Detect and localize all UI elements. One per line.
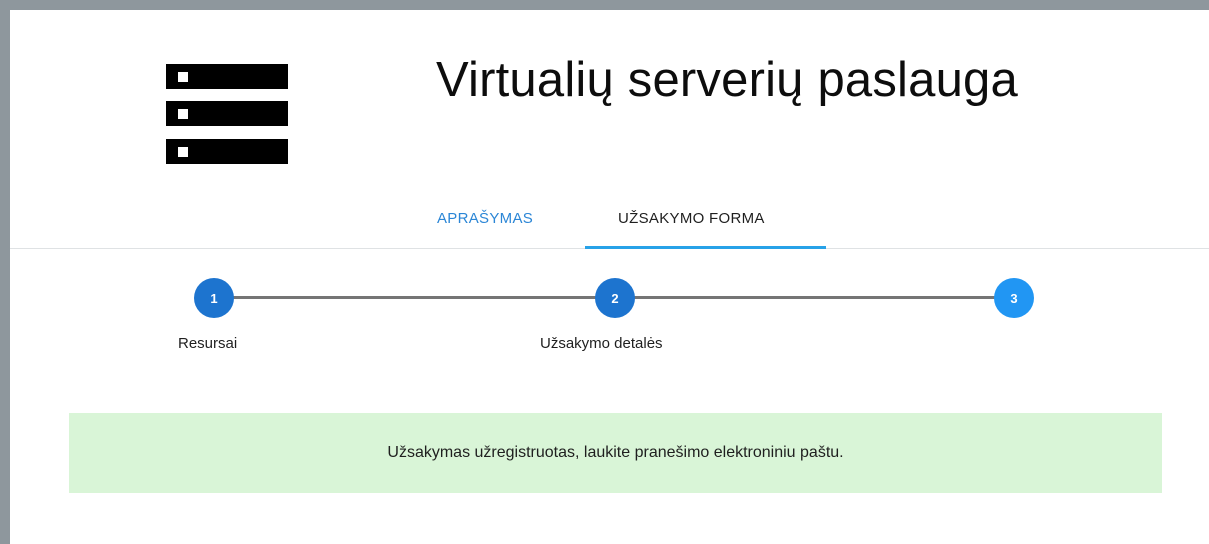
page-content: Virtualių serverių paslauga APRAŠYMAS UŽ… (10, 10, 1209, 544)
server-led-icon (178, 72, 188, 82)
server-rack-row-icon (166, 139, 288, 164)
page-title: Virtualių serverių paslauga (436, 53, 1018, 107)
step-1-label: Resursai (178, 335, 238, 352)
success-alert-message: Užsakymas užregistruotas, laukite praneš… (387, 444, 844, 461)
step-2-circle[interactable]: 2 (595, 278, 635, 318)
tab-uzsakymo-forma[interactable]: UŽSAKYMO FORMA (618, 210, 765, 227)
server-rack-row-icon (166, 101, 288, 126)
stepper-connector (616, 296, 1016, 299)
server-led-icon (178, 109, 188, 119)
server-icon (166, 64, 288, 164)
success-alert: Užsakymas užregistruotas, laukite praneš… (69, 413, 1162, 493)
app-window: Virtualių serverių paslauga APRAŠYMAS UŽ… (0, 0, 1209, 544)
window-border-left (0, 0, 10, 544)
tab-aprasymas[interactable]: APRAŠYMAS (437, 210, 533, 227)
server-rack-row-icon (166, 64, 288, 89)
active-tab-indicator (585, 246, 826, 249)
window-border-top (0, 0, 1209, 10)
step-1-circle[interactable]: 1 (194, 278, 234, 318)
server-led-icon (178, 147, 188, 157)
step-2-label: Užsakymo detalės (540, 335, 663, 352)
step-3-circle[interactable]: 3 (994, 278, 1034, 318)
stepper-connector (224, 296, 616, 299)
